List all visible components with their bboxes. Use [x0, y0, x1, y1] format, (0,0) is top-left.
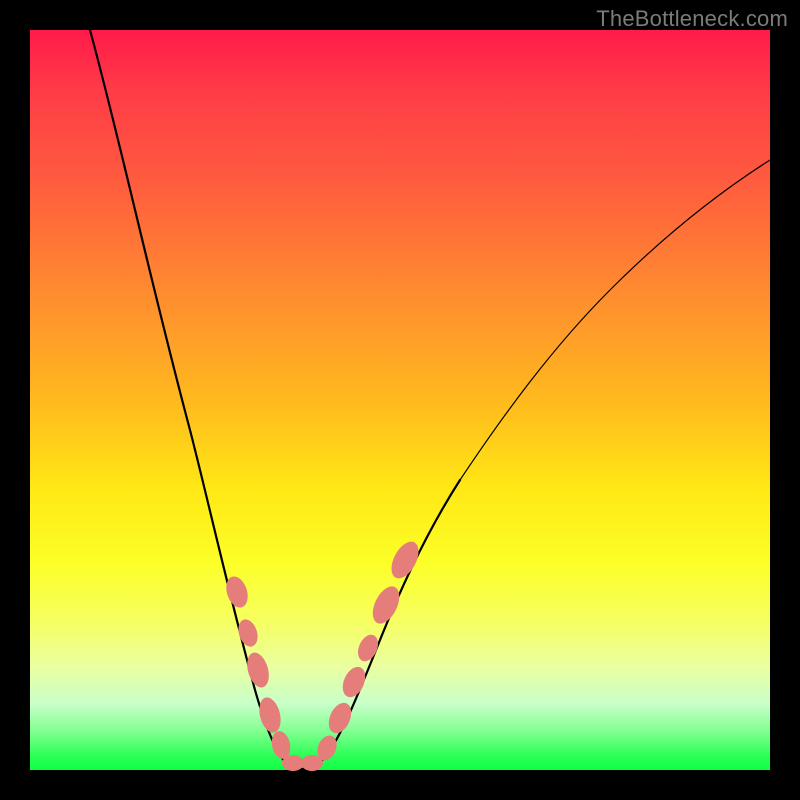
chart-svg [30, 30, 770, 770]
outer-frame: TheBottleneck.com [0, 0, 800, 800]
marker-left-4 [256, 695, 284, 735]
curve-right-branch-thick [302, 480, 460, 769]
watermark-text: TheBottleneck.com [596, 6, 788, 32]
marker-bottom-1 [282, 755, 304, 771]
marker-right-5 [367, 582, 404, 628]
marker-left-3 [243, 650, 272, 690]
plot-area [30, 30, 770, 770]
marker-left-2 [235, 617, 261, 649]
marker-right-6 [386, 537, 424, 583]
curve-left-branch [90, 30, 302, 769]
marker-right-2 [324, 699, 355, 736]
curve-right-branch-thin [460, 160, 770, 480]
marker-right-3 [338, 663, 369, 700]
